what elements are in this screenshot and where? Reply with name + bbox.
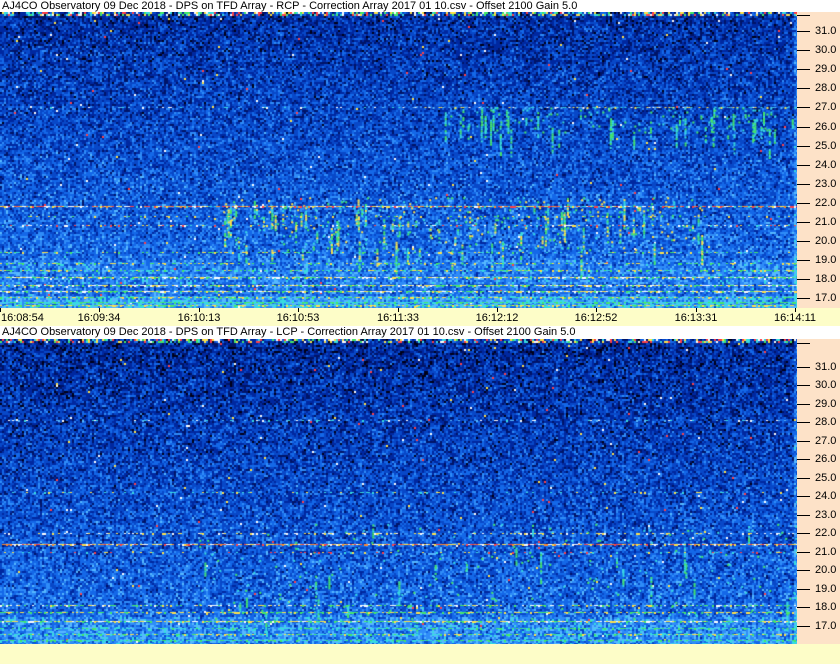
freq-tick <box>797 260 810 261</box>
freq-tick-label: 19.0 <box>815 583 837 595</box>
freq-tick <box>797 298 810 299</box>
freq-tick-label: 22.0 <box>815 197 837 209</box>
freq-tick-label: 25.0 <box>815 472 837 484</box>
freq-tick-label: 17.0 <box>815 292 837 304</box>
freq-tick <box>797 404 810 405</box>
freq-tick-label: 20.0 <box>815 235 837 247</box>
freq-tick <box>797 441 810 442</box>
freq-tick-label: 24.0 <box>815 159 837 171</box>
freq-minor-tick <box>797 343 810 344</box>
freq-tick <box>797 496 810 497</box>
freq-tick <box>797 88 810 89</box>
freq-minor-tick <box>797 15 810 16</box>
freq-tick-label: 24.0 <box>815 490 837 502</box>
time-tick-label: 16:09:34 <box>77 312 121 324</box>
freq-tick-label: 28.0 <box>815 82 837 94</box>
freq-tick-label: 26.0 <box>815 121 837 133</box>
freq-tick-label: 18.0 <box>815 273 837 285</box>
freq-tick <box>797 50 810 51</box>
freq-tick <box>797 626 810 627</box>
freq-tick <box>797 515 810 516</box>
freq-tick <box>797 146 810 147</box>
panel-title-lcp: AJ4CO Observatory 09 Dec 2018 - DPS on T… <box>0 326 840 339</box>
freq-tick <box>797 184 810 185</box>
freq-tick-label: 31.0 <box>815 361 837 373</box>
freq-tick-label: 26.0 <box>815 453 837 465</box>
freq-tick-label: 17.0 <box>815 620 837 632</box>
freq-tick <box>797 279 810 280</box>
freq-tick-label: 29.0 <box>815 63 837 75</box>
time-tick-label: 16:11:33 <box>376 312 420 324</box>
freq-tick-label: 28.0 <box>815 416 837 428</box>
spectrogram-lcp <box>0 339 797 644</box>
freq-tick <box>797 107 810 108</box>
freq-tick <box>797 127 810 128</box>
freq-tick <box>797 459 810 460</box>
spectrogram-panel-lcp: AJ4CO Observatory 09 Dec 2018 - DPS on T… <box>0 326 840 664</box>
freq-tick <box>797 69 810 70</box>
freq-tick <box>797 552 810 553</box>
time-tick-label: 16:12:12 <box>475 312 519 324</box>
freq-tick <box>797 165 810 166</box>
freq-tick <box>797 222 810 223</box>
freq-tick <box>797 385 810 386</box>
freq-tick-label: 20.0 <box>815 564 837 576</box>
frequency-axis-rcp: 31.0 30.0 29.0 28.0 27.0 26.0 25.0 24.0 23.0 22.0… <box>797 12 840 308</box>
panel-title-rcp: AJ4CO Observatory 09 Dec 2018 - DPS on T… <box>0 0 840 12</box>
time-axis-rcp: 16:08:54 16:09:34 16:10:13 16:10:53 16:11:33… <box>0 308 840 326</box>
spectrogram-panel-rcp: AJ4CO Observatory 09 Dec 2018 - DPS on T… <box>0 0 840 326</box>
freq-tick-label: 22.0 <box>815 527 837 539</box>
time-axis-lcp <box>0 644 840 664</box>
freq-tick <box>797 203 810 204</box>
time-tick-label: 16:08:54 <box>1 312 44 324</box>
freq-tick-label: 23.0 <box>815 509 837 521</box>
freq-tick-label: 31.0 <box>815 25 837 37</box>
freq-tick-label: 30.0 <box>815 44 837 56</box>
time-tick-label: 16:14:11 <box>773 312 817 324</box>
frequency-axis-lcp: 31.0 30.0 29.0 28.0 27.0 26.0 25.0 24.0 23.0 22.0… <box>797 339 840 644</box>
spectrograph-window: AJ4CO Observatory 09 Dec 2018 - DPS on T… <box>0 0 840 664</box>
plot-row-lcp: 31.0 30.0 29.0 28.0 27.0 26.0 25.0 24.0 23.0 22.0… <box>0 339 840 644</box>
freq-tick-label: 27.0 <box>815 101 837 113</box>
time-tick-label: 16:12:52 <box>574 312 618 324</box>
freq-tick-label: 19.0 <box>815 254 837 266</box>
freq-tick-label: 29.0 <box>815 398 837 410</box>
freq-tick <box>797 422 810 423</box>
freq-tick-label: 23.0 <box>815 178 837 190</box>
freq-tick-label: 18.0 <box>815 601 837 613</box>
time-tick-label: 16:10:53 <box>276 312 320 324</box>
time-tick-label: 16:13:31 <box>674 312 718 324</box>
freq-tick-label: 30.0 <box>815 379 837 391</box>
freq-tick-label: 21.0 <box>815 216 837 228</box>
freq-tick <box>797 533 810 534</box>
freq-tick-label: 25.0 <box>815 140 837 152</box>
freq-tick <box>797 607 810 608</box>
time-tick-label: 16:10:13 <box>177 312 221 324</box>
freq-tick <box>797 367 810 368</box>
freq-tick-label: 27.0 <box>815 435 837 447</box>
freq-tick <box>797 241 810 242</box>
plot-row-rcp: 31.0 30.0 29.0 28.0 27.0 26.0 25.0 24.0 23.0 22.0… <box>0 12 840 308</box>
freq-tick <box>797 478 810 479</box>
freq-tick-label: 21.0 <box>815 546 837 558</box>
freq-tick <box>797 589 810 590</box>
spectrogram-rcp <box>0 12 797 308</box>
freq-tick <box>797 31 810 32</box>
freq-tick <box>797 570 810 571</box>
